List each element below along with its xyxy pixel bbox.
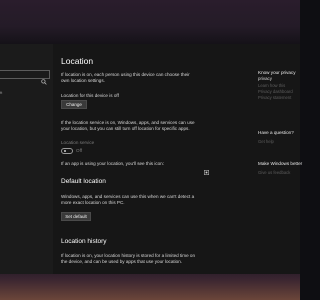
history-desc-line-2: the device, and can be used by apps that…: [61, 259, 183, 264]
location-history-heading: Location history: [61, 238, 107, 245]
search-icon: [41, 72, 47, 85]
desktop-wallpaper-top: [0, 0, 300, 44]
service-desc-line-2: your location, but you can still turn of…: [61, 126, 190, 131]
device-location-status: Location for this device is off: [61, 93, 119, 98]
location-service-label: Location service: [61, 140, 95, 145]
related-info-rail: Know your privacy privacy Learn how this…: [253, 44, 303, 274]
location-service-toggle[interactable]: [61, 148, 73, 154]
location-in-use-icon: [204, 162, 209, 180]
location-settings-pane: Location If location is on, each person …: [55, 44, 245, 274]
privacy-dashboard-link[interactable]: Privacy dashboard: [258, 89, 293, 95]
settings-window: ft Location If location is on, each pers…: [0, 44, 303, 274]
privacy-heading-line-2: privacy: [258, 76, 272, 81]
find-setting-search-input[interactable]: [0, 70, 50, 85]
intro-line-2: own location settings.: [61, 78, 105, 83]
make-windows-better-heading: Make Windows better: [258, 161, 303, 166]
have-a-question-heading: Have a question?: [258, 130, 294, 135]
set-default-button[interactable]: Set default: [61, 212, 91, 221]
know-your-privacy-heading: Know your privacy: [258, 70, 296, 75]
page-title: Location: [61, 56, 94, 66]
change-button[interactable]: Change: [61, 100, 87, 109]
sidebar-item-partial[interactable]: ft: [0, 90, 2, 95]
give-feedback-link[interactable]: Give us feedback: [258, 170, 290, 176]
toggle-knob: [63, 149, 67, 153]
default-location-desc-line-2: more exact location on this PC.: [61, 200, 125, 205]
default-location-heading: Default location: [61, 178, 106, 185]
toggle-state-label: Off: [76, 147, 83, 153]
settings-sidebar: ft: [0, 44, 53, 274]
location-icon-note: If an app is using your location, you'll…: [61, 161, 165, 166]
get-help-link[interactable]: Get help: [258, 139, 274, 145]
learn-link[interactable]: Learn how this: [258, 83, 285, 89]
privacy-statement-link[interactable]: Privacy statement: [258, 95, 291, 101]
